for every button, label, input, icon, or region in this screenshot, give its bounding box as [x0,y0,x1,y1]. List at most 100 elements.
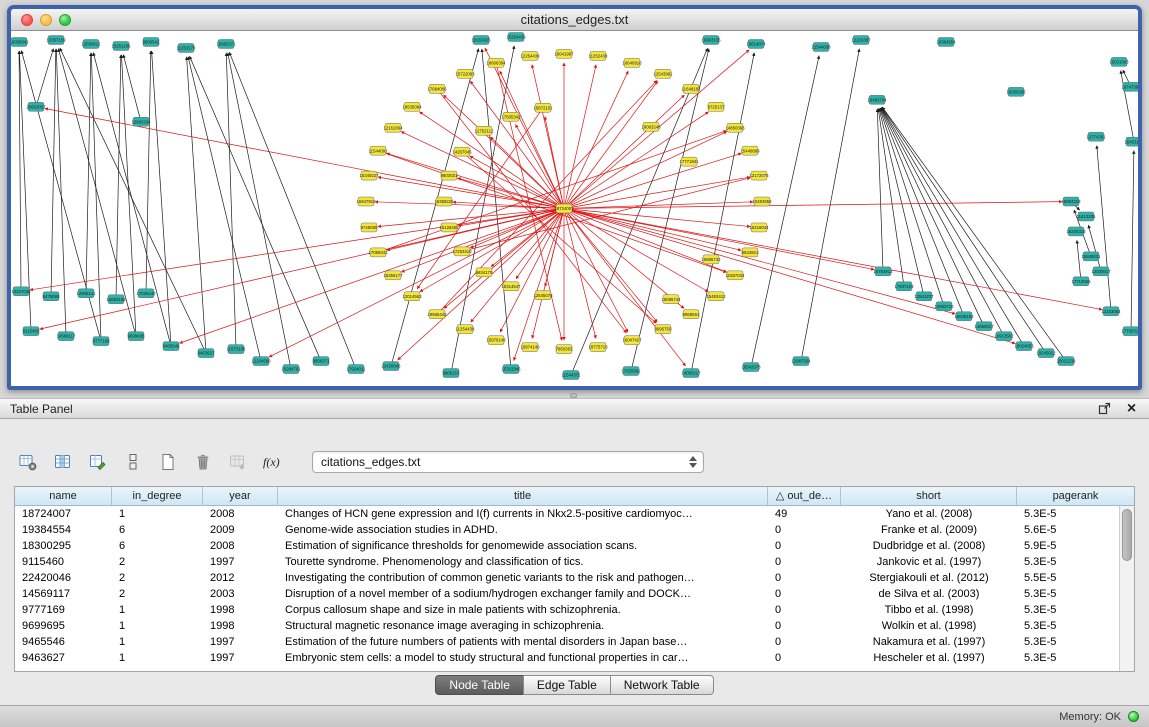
table-source-select[interactable]: citations_edges.txt [312,451,704,473]
graph-edge[interactable] [146,51,151,293]
graph-edge[interactable] [564,153,741,208]
table-cell[interactable]: 18724007 [15,506,112,522]
graph-edge[interactable] [190,56,321,361]
table-cell[interactable]: Disruption of a novel member of a sodium… [278,586,768,602]
graph-edge[interactable] [1121,71,1134,142]
column-header-in_degree[interactable]: in_degree [112,487,203,505]
graph-edge[interactable] [1131,151,1134,331]
table-cell[interactable]: 1 [112,634,203,650]
table-cell[interactable]: Embryonic stem cells: a model to study s… [278,650,768,666]
table-cell[interactable]: 0 [768,538,841,554]
table-cell[interactable]: 1 [112,506,203,522]
graph-edge[interactable] [152,51,171,346]
table-cell[interactable]: 5.3E-5 [1017,554,1119,570]
table-cell[interactable]: 2 [112,586,203,602]
graph-edge[interactable] [564,202,1062,209]
network-window-titlebar[interactable]: citations_edges.txt [11,9,1138,31]
table-cell[interactable]: 9699695 [15,618,112,634]
table-cell[interactable]: Stergiakouli et al. (2012) [841,570,1017,586]
table-cell[interactable]: 2 [112,570,203,586]
table-cell[interactable]: Dudbridge et al. (2008) [841,538,1017,554]
graph-edge[interactable] [1097,146,1111,312]
graph-edge[interactable] [571,48,708,375]
table-cell[interactable]: 5.3E-5 [1017,618,1119,634]
graph-edge[interactable] [45,108,564,208]
graph-edge[interactable] [387,153,564,208]
column-header-out_de[interactable]: △ out_de… [768,487,841,505]
graph-edge[interactable] [691,53,754,373]
table-cell[interactable]: 5.9E-5 [1017,538,1119,554]
table-cell[interactable]: Estimation of the future numbers of pati… [278,634,768,650]
network-canvas[interactable]: 1872400716041997122544391880630415722093… [11,32,1138,386]
graph-edge[interactable] [482,49,511,369]
table-cell[interactable]: 0 [768,554,841,570]
table-cell[interactable]: 5.3E-5 [1017,506,1119,522]
table-cell[interactable]: Tourette syndrome. Phenomenology and cla… [278,554,768,570]
graph-edge[interactable] [116,55,121,299]
graph-edge[interactable] [564,209,750,227]
table-cell[interactable]: 0 [768,650,841,666]
column-header-year[interactable]: year [203,487,278,505]
new-table-icon[interactable] [154,449,182,475]
table-cell[interactable]: Tibbo et al. (1998) [841,602,1017,618]
graph-edge[interactable] [631,49,709,371]
delete-table-icon[interactable] [189,449,217,475]
table-settings-icon[interactable] [14,449,42,475]
graph-edge[interactable] [58,49,136,336]
graph-edge[interactable] [419,112,564,209]
table-cell[interactable]: 1997 [203,634,278,650]
table-cell[interactable]: 9777169 [15,602,112,618]
graph-edge[interactable] [36,49,53,107]
table-cell[interactable]: 9463627 [15,650,112,666]
function-builder-icon[interactable]: f(x) [259,449,287,475]
graph-edge[interactable] [882,108,1024,347]
graph-edge[interactable] [187,57,206,353]
table-cell[interactable]: 49 [768,506,841,522]
table-cell[interactable]: 0 [768,602,841,618]
tab-edge-table[interactable]: Edge Table [523,675,611,695]
graph-edge[interactable] [545,117,564,209]
table-cell[interactable]: Franke et al. (2009) [841,522,1017,538]
graph-edge[interactable] [451,46,514,373]
column-header-title[interactable]: title [278,487,768,505]
table-cell[interactable]: 19384554 [15,522,112,538]
close-window-button[interactable] [21,14,33,26]
table-cell[interactable]: Wolkin et al. (1998) [841,618,1017,634]
table-cell[interactable]: Yano et al. (2008) [841,506,1017,522]
table-cell[interactable]: 5.3E-5 [1017,602,1119,618]
table-cell[interactable]: 5.3E-5 [1017,586,1119,602]
table-cell[interactable]: 22420046 [15,570,112,586]
table-cell[interactable]: 2012 [203,570,278,586]
table-cell[interactable]: Jankovic et al. (1997) [841,554,1017,570]
table-cell[interactable]: 2008 [203,506,278,522]
graph-edge[interactable] [500,71,564,208]
table-cell[interactable]: Genome-wide association studies in ADHD. [278,522,768,538]
table-cell[interactable]: 2 [112,554,203,570]
graph-edge[interactable] [470,209,564,248]
table-cell[interactable]: 2003 [203,586,278,602]
column-header-pagerank[interactable]: pagerank [1017,487,1134,505]
table-cell[interactable]: 9465546 [15,634,112,650]
table-cell[interactable]: Nakamura et al. (1997) [841,634,1017,650]
graph-edge[interactable] [485,48,564,208]
table-cell[interactable]: Investigating the contribution of common… [278,570,768,586]
graph-edge[interactable] [123,55,141,122]
graph-edge[interactable] [378,151,727,273]
table-scrollbar[interactable] [1119,506,1134,671]
table-cell[interactable]: 5.5E-5 [1017,570,1119,586]
table-cell[interactable]: 5.3E-5 [1017,650,1119,666]
table-cell[interactable]: 6 [112,538,203,554]
table-cell[interactable]: 9115460 [15,554,112,570]
graph-edge[interactable] [564,209,1102,310]
graph-edge[interactable] [564,71,628,208]
float-panel-icon[interactable] [1097,401,1112,416]
graph-edge[interactable] [564,209,741,251]
graph-edge[interactable] [188,57,261,361]
table-cell[interactable]: Estimation of significance thresholds fo… [278,538,768,554]
graph-edge[interactable] [564,209,684,309]
table-cell[interactable]: 1998 [203,618,278,634]
minimize-window-button[interactable] [40,14,52,26]
table-cell[interactable]: Structural magnetic resonance image aver… [278,618,768,634]
table-cell[interactable]: 0 [768,618,841,634]
table-cell[interactable]: 1 [112,650,203,666]
